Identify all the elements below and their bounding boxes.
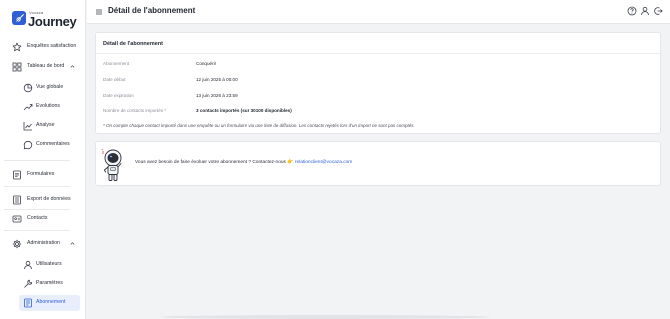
line-chart-icon — [23, 122, 32, 131]
bottom-shadow — [160, 315, 490, 319]
start-date-label: Date début — [103, 77, 126, 82]
sidebar-item-label: Evolutions — [36, 103, 60, 109]
start-date-value: 12 juin 2025 à 00:00 — [196, 77, 238, 82]
export-icon — [13, 195, 21, 205]
card-separator — [96, 53, 660, 54]
sidebar-item-label: Tableau de bord — [27, 63, 65, 69]
expiration-date-label: Date expiration — [103, 93, 134, 98]
sidebar-item-abonnement[interactable]: Abonnement — [19, 295, 80, 311]
sidebar-item-formulaires[interactable]: Formulaires — [0, 167, 86, 183]
contact-message-text: Vous avez besoin de faire évoluer votre … — [135, 160, 286, 165]
sidebar-item-enquetes[interactable]: Enquêtes satisfaction — [0, 39, 86, 55]
help-icon[interactable] — [627, 6, 637, 16]
sidebar-item-label: Analyse — [36, 122, 55, 128]
sidebar-divider — [4, 230, 70, 231]
sidebar-item-commentaires[interactable]: Commentaires — [0, 137, 86, 153]
contact-card-icon — [12, 215, 22, 223]
star-icon — [12, 42, 22, 52]
user-account-icon[interactable] — [640, 6, 650, 16]
comment-icon — [23, 140, 33, 150]
sidebar-item-label: Export de données — [27, 196, 71, 202]
sidebar-item-label: Administration — [27, 240, 60, 246]
sidebar-item-label: Abonnement — [36, 299, 66, 305]
sidebar-item-label: Contacts — [27, 215, 48, 221]
pointing-hand-icon: 👉 — [287, 159, 294, 165]
wrench-icon — [24, 279, 33, 288]
astronaut-icon — [101, 148, 122, 181]
sidebar-item-analyse[interactable]: Analyse — [0, 118, 86, 134]
contact-message: Vous avez besoin de faire évoluer votre … — [135, 159, 352, 165]
subscription-detail-card: Détail de l'abonnement Abonnement Conqué… — [95, 32, 661, 134]
card-title: Détail de l'abonnement — [103, 41, 163, 47]
vocaza-journey-logo[interactable]: Vocaza Journey — [12, 10, 82, 30]
menu-icon[interactable] — [95, 8, 103, 16]
top-bar: Détail de l'abonnement — [87, 0, 670, 24]
pie-chart-icon — [23, 83, 33, 93]
dashboard-grid-icon — [12, 62, 22, 72]
logout-icon[interactable] — [653, 6, 663, 16]
sidebar-item-label: Paramètres — [36, 280, 63, 286]
sidebar: Vocaza Journey Enquêtes satisfaction Tab… — [0, 0, 86, 319]
sidebar-divider — [4, 160, 70, 161]
page-title: Détail de l'abonnement — [108, 6, 196, 15]
sidebar-item-contacts[interactable]: Contacts — [0, 211, 86, 227]
user-icon — [24, 260, 32, 270]
sidebar-item-parametres[interactable]: Paramètres — [0, 276, 86, 292]
sidebar-item-administration[interactable]: Administration — [0, 236, 86, 252]
sidebar-item-tableau-de-bord[interactable]: Tableau de bord — [0, 59, 86, 75]
sidebar-divider — [4, 209, 70, 210]
logo-brand-big: Journey — [28, 14, 77, 29]
subscription-value: Conquérir — [196, 61, 217, 66]
sidebar-item-label: Commentaires — [36, 141, 70, 147]
sidebar-divider — [4, 186, 70, 187]
form-icon — [13, 170, 21, 180]
chevron-up-icon — [70, 242, 75, 245]
sidebar-item-label: Formulaires — [27, 171, 55, 177]
chevron-up-icon — [70, 65, 75, 68]
imported-contacts-value: 3 contacts importés (sur 30100 disponibl… — [196, 108, 292, 113]
contact-card: Vous avez besoin de faire évoluer votre … — [95, 141, 661, 186]
imported-contacts-label: Nombre de contacts importés * — [103, 108, 167, 113]
sidebar-item-evolutions[interactable]: Evolutions — [0, 99, 86, 115]
rocket-icon — [12, 11, 26, 25]
sidebar-item-utilisateurs[interactable]: Utilisateurs — [0, 257, 86, 273]
sidebar-item-label: Utilisateurs — [36, 261, 62, 267]
sidebar-item-label: Enquêtes satisfaction — [27, 43, 77, 49]
footnote: * On compte chaque contact importé dans … — [103, 123, 415, 128]
sidebar-item-export[interactable]: Export de données — [0, 192, 86, 208]
subscription-icon — [24, 298, 32, 308]
subscription-label: Abonnement — [103, 61, 130, 66]
expiration-date-value: 13 juin 2026 à 23:59 — [196, 93, 238, 98]
trend-icon — [23, 104, 33, 111]
gear-icon — [12, 239, 22, 249]
sidebar-item-vue-globale[interactable]: Vue globale — [0, 80, 86, 96]
sidebar-item-label: Vue globale — [36, 84, 64, 90]
contact-email-link[interactable]: relationclient@vocaza.com — [295, 160, 352, 165]
